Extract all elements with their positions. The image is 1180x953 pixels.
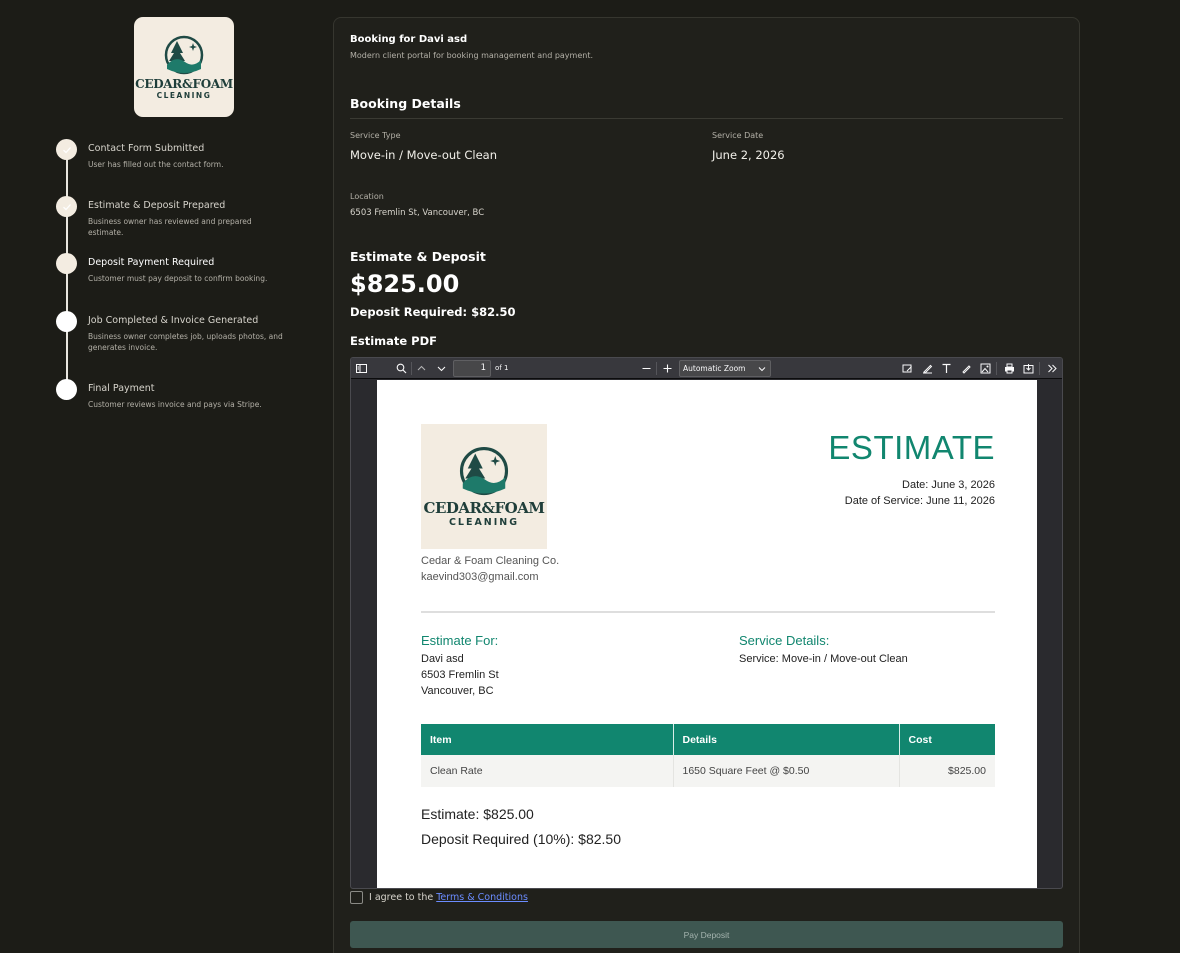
previous-page-icon[interactable] xyxy=(416,363,427,374)
pdf-toolbar: 1 of 1 Automatic Zoom xyxy=(351,358,1062,379)
save-icon[interactable] xyxy=(1023,363,1034,374)
step-current-dot xyxy=(56,253,77,274)
table-row: Clean Rate 1650 Square Feet @ $0.50 $825… xyxy=(421,755,995,787)
estimate-date: Date: June 3, 2026 xyxy=(902,479,995,491)
column-header-cost: Cost xyxy=(899,724,995,755)
estimate-table: Item Details Cost Clean Rate 1650 Square… xyxy=(421,724,995,787)
brand-name: CEDAR&FOAM xyxy=(135,76,233,91)
agree-label: I agree to the xyxy=(369,892,434,903)
step-complete-dot xyxy=(56,196,77,217)
pay-deposit-button[interactable]: Pay Deposit xyxy=(350,921,1063,948)
estimate-logo: CEDAR&FOAM CLEANING xyxy=(421,424,547,549)
chevron-down-icon xyxy=(758,367,766,372)
service-line: Service: Move-in / Move-out Clean xyxy=(739,653,908,665)
estimate-brand-subname: CLEANING xyxy=(448,516,520,528)
booking-details-heading: Booking Details xyxy=(350,96,461,111)
page-number-input[interactable]: 1 xyxy=(453,360,491,377)
company-name: Cedar & Foam Cleaning Co. xyxy=(421,555,560,567)
service-date-value: June 2, 2026 xyxy=(712,148,785,162)
image-icon[interactable] xyxy=(980,363,991,374)
step-title: Deposit Payment Required xyxy=(88,257,215,268)
location-label: Location xyxy=(350,192,384,201)
estimate-title: ESTIMATE xyxy=(828,429,995,466)
step-description: Business owner has reviewed and prepared… xyxy=(88,217,252,237)
step-description: Customer must pay deposit to confirm boo… xyxy=(88,274,268,283)
next-page-icon[interactable] xyxy=(436,363,447,374)
estimate-deposit-heading: Estimate & Deposit xyxy=(350,249,486,264)
step-pending-dot xyxy=(56,311,77,332)
step-description: User has filled out the contact form. xyxy=(88,160,224,169)
toolbar-separator xyxy=(1039,362,1040,375)
draw-icon[interactable] xyxy=(922,363,933,374)
estimate-pdf-label: Estimate PDF xyxy=(350,334,438,348)
estimate-brand-name: CEDAR&FOAM xyxy=(423,498,545,517)
check-icon xyxy=(62,203,71,210)
tree-wave-emblem-icon xyxy=(459,446,509,495)
deposit-required: Deposit Required: $82.50 xyxy=(350,305,516,319)
check-icon xyxy=(62,146,71,153)
brand-subname: CLEANING xyxy=(156,90,212,100)
toolbar-separator xyxy=(656,362,657,375)
page-title: Booking for Davi asd xyxy=(350,34,468,45)
timeline-connector xyxy=(66,159,68,391)
toolbar-separator xyxy=(996,362,997,375)
column-header-details: Details xyxy=(673,724,900,755)
print-icon[interactable] xyxy=(1004,363,1015,374)
estimate-service-date: Date of Service: June 11, 2026 xyxy=(844,495,995,507)
step-description: Business owner completes job, uploads ph… xyxy=(88,332,283,352)
pdf-viewer[interactable]: 1 of 1 Automatic Zoom CEDAR&FOAM CLEANIN… xyxy=(350,357,1063,889)
terms-agreement: I agree to the Terms & Conditions xyxy=(350,891,528,904)
signature-icon[interactable] xyxy=(961,363,972,374)
estimate-for-heading: Estimate For: xyxy=(421,633,499,648)
page-count: of 1 xyxy=(495,364,509,372)
sidebar-toggle-icon[interactable] xyxy=(356,363,367,374)
location-value: 6503 Fremlin St, Vancouver, BC xyxy=(350,208,485,218)
zoom-value: Automatic Zoom xyxy=(683,364,746,373)
service-type-value: Move-in / Move-out Clean xyxy=(350,148,497,162)
step-title: Job Completed & Invoice Generated xyxy=(88,315,259,326)
step-title: Final Payment xyxy=(88,383,155,394)
service-date-label: Service Date xyxy=(712,131,764,140)
section-divider xyxy=(350,118,1063,119)
highlight-icon[interactable] xyxy=(902,363,913,374)
more-tools-icon[interactable] xyxy=(1047,363,1058,374)
agree-checkbox[interactable] xyxy=(350,891,363,904)
zoom-in-icon[interactable] xyxy=(662,363,673,374)
client-street: 6503 Fremlin St xyxy=(421,669,499,681)
column-header-item: Item xyxy=(421,724,674,755)
estimate-amount: $825.00 xyxy=(350,270,460,298)
pdf-page: CEDAR&FOAM CLEANING Cedar & Foam Cleanin… xyxy=(377,380,1037,888)
step-title: Estimate & Deposit Prepared xyxy=(88,200,226,211)
terms-link[interactable]: Terms & Conditions xyxy=(436,892,528,903)
deposit-total: Deposit Required (10%): $82.50 xyxy=(421,831,622,847)
toolbar-separator xyxy=(411,362,412,375)
service-type-label: Service Type xyxy=(350,131,401,140)
step-complete-dot xyxy=(56,139,77,160)
booking-panel: Booking for Davi asd Modern client porta… xyxy=(333,17,1080,953)
tree-wave-emblem-icon xyxy=(164,35,204,74)
client-name: Davi asd xyxy=(421,653,464,665)
zoom-out-icon[interactable] xyxy=(641,363,652,374)
page-divider xyxy=(421,611,995,613)
company-email: kaevind303@gmail.com xyxy=(421,571,539,583)
cell-details: 1650 Square Feet @ $0.50 xyxy=(673,755,900,787)
client-city: Vancouver, BC xyxy=(421,685,494,697)
cell-cost: $825.00 xyxy=(899,755,995,787)
step-title: Contact Form Submitted xyxy=(88,143,205,154)
zoom-select[interactable]: Automatic Zoom xyxy=(679,360,771,377)
brand-logo: CEDAR&FOAM CLEANING xyxy=(134,17,234,117)
text-tool-icon[interactable] xyxy=(941,363,952,374)
search-icon[interactable] xyxy=(396,363,407,374)
estimate-total: Estimate: $825.00 xyxy=(421,806,534,822)
service-details-heading: Service Details: xyxy=(739,633,830,648)
page-subtitle: Modern client portal for booking managem… xyxy=(350,51,594,60)
step-pending-dot xyxy=(56,379,77,400)
step-description: Customer reviews invoice and pays via St… xyxy=(88,400,262,409)
cell-item: Clean Rate xyxy=(421,755,674,787)
